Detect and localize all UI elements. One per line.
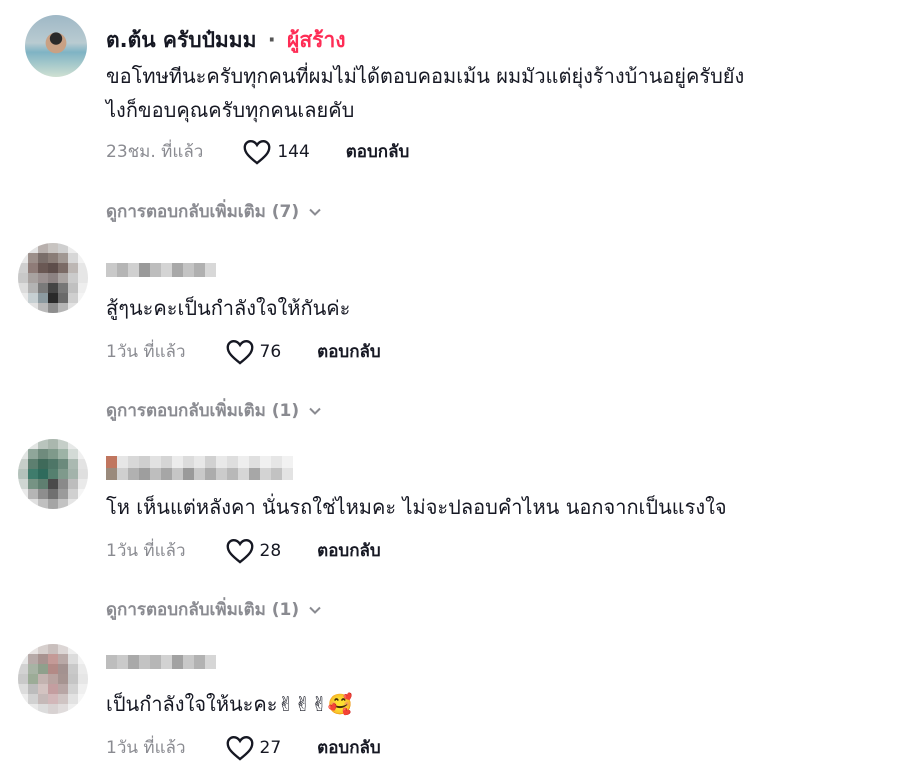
comment-time: 1วัน ที่แล้ว <box>106 541 186 561</box>
comment-author-blurred[interactable] <box>106 655 216 669</box>
view-more-replies[interactable]: ดูการตอบกลับเพิ่มเติม (7) <box>106 198 323 225</box>
comment-item: โห เห็นแต่หลังคา นั่นรถใช่ไหมคะ ไม่จะปลอ… <box>0 432 918 627</box>
comment-author-row: ต.ต้น ครับป๋มมม · ผู้สร้าง <box>106 24 346 57</box>
view-more-replies-label: ดูการตอบกลับเพิ่มเติม (7) <box>106 202 300 222</box>
like-button[interactable]: 27 <box>226 735 282 761</box>
view-more-replies-label: ดูการตอบกลับเพิ่มเติม (1) <box>106 600 300 620</box>
comment-text: เป็นกำลังใจให้นะคะ✌✌✌🥰 <box>106 692 353 716</box>
comment-item: สู้ๆนะคะเป็นกำลังใจให้กันค่ะ 1วัน ที่แล้… <box>0 235 918 430</box>
reply-button[interactable]: ตอบกลับ <box>317 537 381 564</box>
comment-meta: 1วัน ที่แล้ว 28 ตอบกลับ <box>106 537 381 564</box>
comment-text: โห เห็นแต่หลังคา นั่นรถใช่ไหมคะ ไม่จะปลอ… <box>106 495 727 519</box>
comment-meta: 1วัน ที่แล้ว 27 ตอบกลับ <box>106 734 381 761</box>
view-more-replies[interactable]: ดูการตอบกลับเพิ่มเติม (1) <box>106 397 323 424</box>
comment-text-line: ไงก็ขอบคุณครับทุกคนเลยคับ <box>106 98 355 122</box>
separator-dot: · <box>267 28 276 52</box>
like-count: 144 <box>277 141 310 162</box>
chevron-down-icon <box>309 407 321 415</box>
comment-time: 1วัน ที่แล้ว <box>106 738 186 758</box>
view-more-replies[interactable]: ดูการตอบกลับเพิ่มเติม (1) <box>106 596 323 623</box>
view-more-replies-label: ดูการตอบกลับเพิ่มเติม (1) <box>106 401 300 421</box>
comment-item: เป็นกำลังใจให้นะคะ✌✌✌🥰 1วัน ที่แล้ว 27 ต… <box>0 630 918 770</box>
comment-time: 1วัน ที่แล้ว <box>106 342 186 362</box>
like-count: 28 <box>259 540 282 561</box>
like-count: 76 <box>259 341 282 362</box>
heart-outline-icon <box>243 139 271 165</box>
like-button[interactable]: 76 <box>226 339 282 365</box>
avatar[interactable] <box>25 15 87 77</box>
reply-button[interactable]: ตอบกลับ <box>317 338 381 365</box>
heart-outline-icon <box>226 339 253 365</box>
comment-author-blurred[interactable] <box>106 263 216 277</box>
comment-meta: 1วัน ที่แล้ว 76 ตอบกลับ <box>106 338 381 365</box>
chevron-down-icon <box>309 606 321 614</box>
comment-text: ขอโทษทีนะครับทุกคนที่ผมไม่ได้ตอบคอมเม้น … <box>106 59 744 127</box>
comment-text: สู้ๆนะคะเป็นกำลังใจให้กันค่ะ <box>106 296 351 320</box>
avatar[interactable] <box>18 439 88 509</box>
heart-outline-icon <box>226 735 253 761</box>
comment-item: ต.ต้น ครับป๋มมม · ผู้สร้าง ขอโทษทีนะครับ… <box>0 0 918 230</box>
heart-outline-icon <box>226 538 253 564</box>
comment-author-blurred[interactable] <box>106 456 296 480</box>
chevron-down-icon <box>309 208 321 216</box>
like-button[interactable]: 144 <box>243 139 310 165</box>
comment-author[interactable]: ต.ต้น ครับป๋มมม <box>106 28 256 52</box>
comment-meta: 23ชม. ที่แล้ว 144 ตอบกลับ <box>106 138 409 165</box>
reply-button[interactable]: ตอบกลับ <box>317 734 381 761</box>
creator-badge: ผู้สร้าง <box>287 28 346 52</box>
like-count: 27 <box>259 737 282 758</box>
like-button[interactable]: 28 <box>226 538 282 564</box>
avatar[interactable] <box>18 644 88 714</box>
comment-time: 23ชม. ที่แล้ว <box>106 142 204 162</box>
comment-text-line: ขอโทษทีนะครับทุกคนที่ผมไม่ได้ตอบคอมเม้น … <box>106 64 745 88</box>
avatar[interactable] <box>18 243 88 313</box>
reply-button[interactable]: ตอบกลับ <box>346 138 410 165</box>
